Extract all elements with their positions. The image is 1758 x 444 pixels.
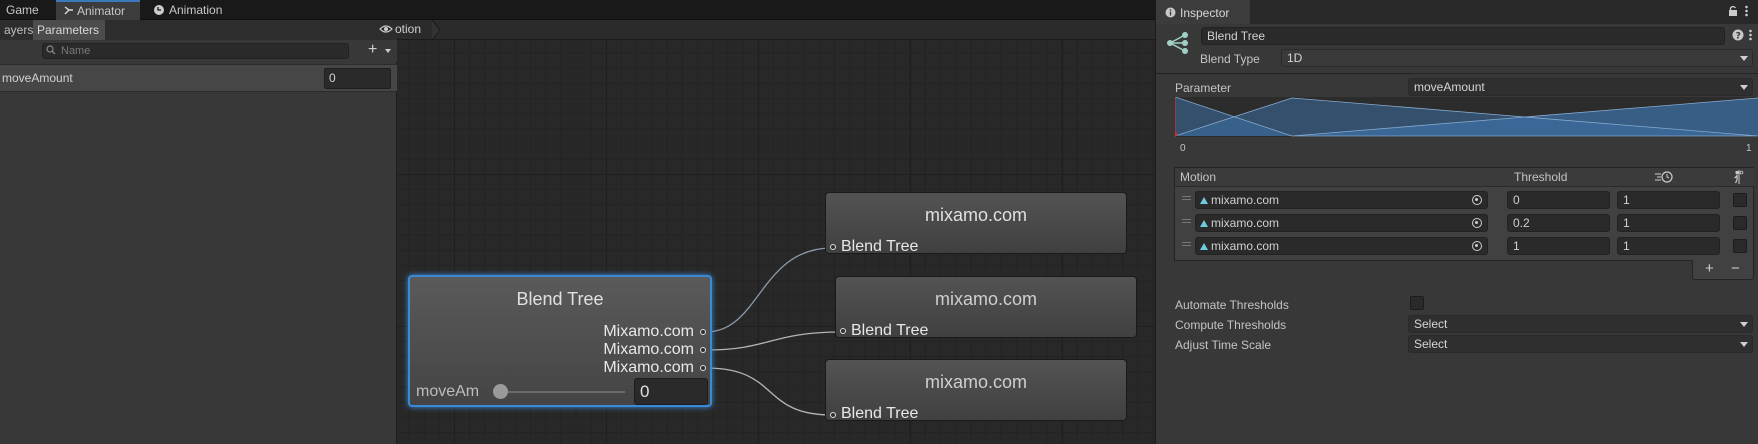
drag-handle-icon[interactable]	[1182, 219, 1191, 223]
blend-type-label: Blend Type	[1200, 52, 1260, 66]
parameter-dropdown-value: moveAmount	[1414, 80, 1485, 94]
parameter-dropdown[interactable]: moveAmount	[1408, 78, 1753, 96]
blend-parameter-value-field[interactable]: 0	[634, 378, 708, 405]
blend-type-value: 1D	[1287, 51, 1303, 65]
motion-field-value: mixamo.com	[1211, 216, 1280, 230]
automate-thresholds-label: Automate Thresholds	[1175, 298, 1289, 312]
inspector-tab-label: Inspector	[1180, 6, 1230, 20]
time-scale-icon	[1655, 171, 1673, 183]
inspector-panel: Inspector Blend Tree ? Blend Type 1D Par…	[1155, 0, 1758, 444]
motion-row: mixamo.com 0 1	[1175, 189, 1755, 210]
motion-node-port-label: Blend Tree	[841, 405, 919, 422]
tab-inspector[interactable]: Inspector	[1156, 0, 1250, 24]
mirror-checkbox[interactable]	[1733, 193, 1747, 207]
motion-node-title: mixamo.com	[934, 289, 1037, 309]
blend-parameter-label: moveAm	[416, 383, 480, 400]
object-picker-icon[interactable]	[1472, 241, 1482, 251]
chevron-down-icon	[1740, 342, 1748, 347]
object-picker-icon[interactable]	[1472, 195, 1482, 205]
blend-tree-node-title: Blend Tree	[516, 289, 604, 309]
remove-motion-button[interactable]: −	[1731, 260, 1740, 277]
blend-output-label: Mixamo.com	[603, 341, 694, 358]
adjust-time-scale-value: Select	[1414, 337, 1448, 351]
compute-thresholds-value: Select	[1414, 317, 1448, 331]
animation-clip-icon	[1200, 197, 1208, 204]
motion-field-value: mixamo.com	[1211, 193, 1280, 207]
motion-node-port-label: Blend Tree	[851, 322, 929, 339]
input-port[interactable]	[830, 412, 836, 418]
mirror-checkbox[interactable]	[1733, 239, 1747, 253]
motion-list: Motion Threshold mixamo.com 0 1 mixamo.c…	[1174, 167, 1755, 261]
list-add-remove-footer: + −	[1692, 260, 1754, 280]
adjust-time-scale-dropdown[interactable]: Select	[1408, 335, 1753, 353]
time-scale-field[interactable]: 1	[1617, 214, 1720, 232]
motion-node-title: mixamo.com	[924, 205, 1027, 225]
time-scale-field[interactable]: 1	[1617, 237, 1720, 255]
chevron-down-icon	[1740, 56, 1748, 61]
motion-row: mixamo.com 1 1	[1175, 235, 1755, 256]
blend-weight-graph[interactable]	[1175, 97, 1758, 137]
motion-field[interactable]: mixamo.com	[1195, 237, 1488, 255]
mirror-icon	[1734, 170, 1744, 184]
lock-icon[interactable]	[1728, 5, 1738, 17]
time-scale-field[interactable]: 1	[1617, 191, 1720, 209]
info-icon	[1165, 7, 1176, 18]
help-icon[interactable]: ?	[1732, 29, 1744, 41]
object-picker-icon[interactable]	[1472, 218, 1482, 228]
motion-row: mixamo.com 0.2 1	[1175, 212, 1755, 233]
motion-node-port-label: Blend Tree	[841, 238, 919, 255]
connection-line	[705, 247, 833, 333]
compute-thresholds-label: Compute Thresholds	[1175, 318, 1287, 332]
graph-min-label: 0	[1180, 143, 1186, 154]
threshold-field[interactable]: 1	[1507, 237, 1610, 255]
animation-clip-icon	[1200, 243, 1208, 250]
output-port[interactable]	[700, 329, 706, 335]
blend-tree-icon	[1167, 32, 1188, 54]
motion-field[interactable]: mixamo.com	[1195, 214, 1488, 232]
add-motion-button[interactable]: +	[1705, 260, 1714, 277]
blend-output-label: Mixamo.com	[603, 359, 694, 376]
svg-text:?: ?	[1736, 32, 1741, 42]
threshold-column-header: Threshold	[1514, 170, 1568, 184]
connection-line	[705, 331, 843, 351]
automate-thresholds-checkbox[interactable]	[1410, 296, 1424, 310]
connection-line	[705, 367, 833, 416]
chevron-down-icon	[1740, 85, 1748, 90]
motion-field-value: mixamo.com	[1211, 239, 1280, 253]
blend-tree-name-field[interactable]: Blend Tree	[1201, 27, 1725, 45]
input-port[interactable]	[840, 328, 846, 334]
drag-handle-icon[interactable]	[1182, 242, 1191, 246]
graph-max-label: 1	[1746, 143, 1752, 154]
input-port[interactable]	[830, 244, 836, 250]
adjust-time-scale-label: Adjust Time Scale	[1175, 338, 1272, 352]
motion-list-header: Motion Threshold	[1175, 168, 1755, 187]
motion-node[interactable]: mixamo.com Blend Tree	[825, 359, 1127, 422]
blend-parameter-slider[interactable]	[505, 391, 625, 393]
divider	[1156, 73, 1758, 74]
motion-node[interactable]: mixamo.com Blend Tree	[835, 276, 1137, 339]
chevron-down-icon	[1740, 322, 1748, 327]
motion-node[interactable]: mixamo.com Blend Tree	[825, 192, 1127, 255]
blend-output-label: Mixamo.com	[603, 323, 694, 340]
threshold-field[interactable]: 0	[1507, 191, 1610, 209]
compute-thresholds-dropdown[interactable]: Select	[1408, 315, 1753, 333]
motion-node-title: mixamo.com	[924, 372, 1027, 392]
motion-column-header: Motion	[1180, 170, 1217, 184]
animation-clip-icon	[1200, 220, 1208, 227]
kebab-menu-icon[interactable]	[1745, 5, 1748, 17]
kebab-menu-icon[interactable]	[1749, 29, 1752, 41]
drag-handle-icon[interactable]	[1182, 196, 1191, 200]
mirror-checkbox[interactable]	[1733, 216, 1747, 230]
threshold-field[interactable]: 0.2	[1507, 214, 1610, 232]
output-port[interactable]	[700, 365, 706, 371]
parameter-label: Parameter	[1175, 81, 1232, 95]
motion-field[interactable]: mixamo.com	[1195, 191, 1488, 209]
blend-type-dropdown[interactable]: 1D	[1281, 49, 1753, 67]
slider-thumb[interactable]	[493, 384, 508, 399]
output-port[interactable]	[700, 347, 706, 353]
